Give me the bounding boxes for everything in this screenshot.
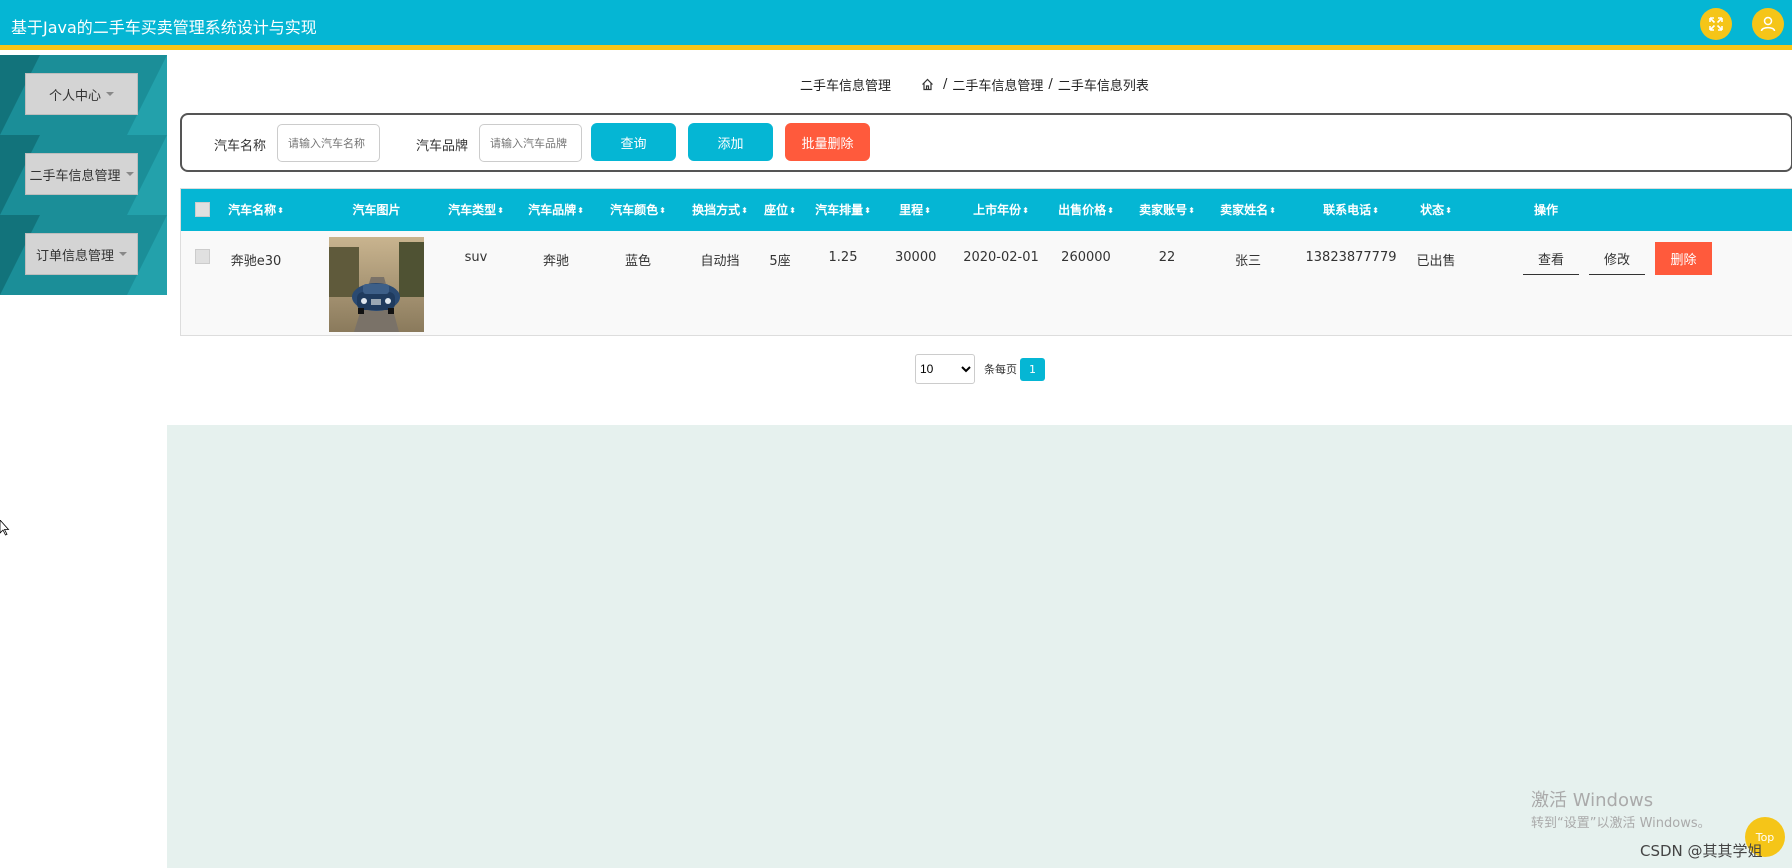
main-content: 二手车信息管理 / 二手车信息管理 / 二手车信息列表 汽车名称 汽车品牌 查询… <box>167 55 1792 868</box>
col-header[interactable]: 汽车颜色⬍ <box>608 189 668 231</box>
cell-seller-name: 张三 <box>1234 254 1261 269</box>
col-header: 操作 <box>1533 203 1558 217</box>
cell-type: suv <box>464 250 488 265</box>
caret-down-icon <box>125 172 134 176</box>
car-name-label: 汽车名称 <box>214 139 267 154</box>
sidebar-item-label: 二手车信息管理 <box>29 168 121 184</box>
page-size-select[interactable]: 10 <box>915 354 975 384</box>
sort-icon: ⬍ <box>1022 205 1029 215</box>
car-table: 汽车名称⬍ 汽车图片 汽车类型⬍ 汽车品牌⬍ 汽车颜色⬍ 换挡方式⬍ 座位⬍ 汽… <box>180 188 1792 336</box>
breadcrumb-separator: / <box>1048 77 1053 92</box>
sort-icon: ⬍ <box>924 205 931 215</box>
table-header: 汽车名称⬍ 汽车图片 汽车类型⬍ 汽车品牌⬍ 汽车颜色⬍ 换挡方式⬍ 座位⬍ 汽… <box>181 189 1792 231</box>
sidebar-menu-button[interactable]: 二手车信息管理 <box>25 153 138 195</box>
windows-activation-title: 激活 Windows <box>1531 790 1654 811</box>
sidebar-item-label: 个人中心 <box>48 88 101 104</box>
cell-seats: 5座 <box>769 254 791 269</box>
car-brand-input[interactable] <box>479 124 582 162</box>
caret-down-icon <box>119 252 127 256</box>
cell-status: 已出售 <box>1416 254 1456 269</box>
app-title: 基于Java的二手车买卖管理系统设计与实现 <box>11 18 317 37</box>
breadcrumb-separator: / <box>943 77 948 92</box>
col-header[interactable]: 里程⬍ <box>895 189 935 231</box>
col-header[interactable]: 卖家账号⬍ <box>1136 189 1198 231</box>
sort-icon: ⬍ <box>1188 205 1195 215</box>
cell-transmission: 自动挡 <box>700 254 740 269</box>
sort-icon: ⬍ <box>497 205 504 215</box>
col-header: 汽车图片 <box>352 203 401 217</box>
col-header[interactable]: 汽车名称⬍ <box>226 189 286 231</box>
sort-icon: ⬍ <box>864 205 871 215</box>
select-all-checkbox[interactable] <box>195 202 210 217</box>
delete-button[interactable]: 删除 <box>1655 242 1712 275</box>
query-button[interactable]: 查询 <box>591 123 676 161</box>
cell-displacement: 1.25 <box>828 250 858 265</box>
sort-icon: ⬍ <box>577 205 584 215</box>
batch-delete-button[interactable]: 批量删除 <box>785 123 870 161</box>
car-name-input[interactable] <box>277 124 380 162</box>
breadcrumb: 二手车信息管理 / 二手车信息管理 / 二手车信息列表 <box>800 75 1149 94</box>
col-header[interactable]: 座位⬍ <box>760 189 800 231</box>
mouse-cursor-icon <box>0 519 10 540</box>
per-page-label: 条每页 <box>984 363 1017 376</box>
col-header[interactable]: 汽车类型⬍ <box>446 189 506 231</box>
sidebar-item-car-info: 二手车信息管理 <box>0 135 167 215</box>
col-header[interactable]: 汽车品牌⬍ <box>526 189 586 231</box>
cell-phone: 13823877779 <box>1305 250 1397 265</box>
page-title: 二手车信息管理 <box>800 79 892 94</box>
view-button[interactable]: 查看 <box>1523 242 1579 275</box>
breadcrumb-item[interactable]: 二手车信息管理 <box>952 75 1043 94</box>
car-brand-label: 汽车品牌 <box>416 139 469 154</box>
cell-seller-account: 22 <box>1158 250 1176 265</box>
sort-icon: ⬍ <box>741 205 748 215</box>
user-icon[interactable] <box>1752 8 1784 40</box>
col-header[interactable]: 联系电话⬍ <box>1311 189 1391 231</box>
col-header[interactable]: 状态⬍ <box>1416 189 1456 231</box>
search-panel: 汽车名称 汽车品牌 查询 添加 批量删除 <box>180 113 1792 172</box>
top-bar: 基于Java的二手车买卖管理系统设计与实现 <box>0 0 1792 50</box>
expand-icon[interactable] <box>1700 8 1732 40</box>
sidebar-item-order-info: 订单信息管理 <box>0 215 167 295</box>
sort-icon: ⬍ <box>1445 205 1452 215</box>
sidebar-item-personal-center: 个人中心 <box>0 55 167 135</box>
sidebar-menu-button[interactable]: 个人中心 <box>25 73 138 115</box>
sidebar-menu-button[interactable]: 订单信息管理 <box>25 233 138 275</box>
add-button[interactable]: 添加 <box>688 123 773 161</box>
col-header[interactable]: 汽车排量⬍ <box>812 189 874 231</box>
cell-mileage: 30000 <box>895 250 937 265</box>
sort-icon: ⬍ <box>1107 205 1114 215</box>
cell-name: 奔驰e30 <box>230 254 282 269</box>
csdn-watermark: CSDN @其其学姐 <box>1640 842 1763 860</box>
caret-down-icon <box>106 92 114 96</box>
edit-button[interactable]: 修改 <box>1589 242 1645 275</box>
cell-price: 260000 <box>1061 250 1111 265</box>
row-checkbox[interactable] <box>195 249 210 264</box>
sidebar: 个人中心 二手车信息管理 订单信息管理 <box>0 55 167 868</box>
col-header[interactable]: 出售价格⬍ <box>1055 189 1117 231</box>
cell-color: 蓝色 <box>624 254 651 269</box>
sidebar-item-label: 订单信息管理 <box>35 248 114 264</box>
sort-icon: ⬍ <box>1269 205 1276 215</box>
car-image <box>329 237 424 332</box>
sort-icon: ⬍ <box>277 205 284 215</box>
cell-year: 2020-02-01 <box>963 250 1039 265</box>
col-header[interactable]: 换挡方式⬍ <box>690 189 750 231</box>
sort-icon: ⬍ <box>1372 205 1379 215</box>
breadcrumb-item: 二手车信息列表 <box>1057 79 1149 94</box>
cell-brand: 奔驰 <box>542 254 569 269</box>
pagination: 10 条每页 1 <box>915 354 1045 384</box>
col-header[interactable]: 上市年份⬍ <box>961 189 1041 231</box>
col-header[interactable]: 卖家姓名⬍ <box>1217 189 1279 231</box>
sort-icon: ⬍ <box>789 205 796 215</box>
sort-icon: ⬍ <box>659 205 666 215</box>
windows-activation-hint: 转到“设置”以激活 Windows。 <box>1531 816 1711 831</box>
home-icon[interactable] <box>921 78 934 91</box>
page-button[interactable]: 1 <box>1020 357 1045 381</box>
